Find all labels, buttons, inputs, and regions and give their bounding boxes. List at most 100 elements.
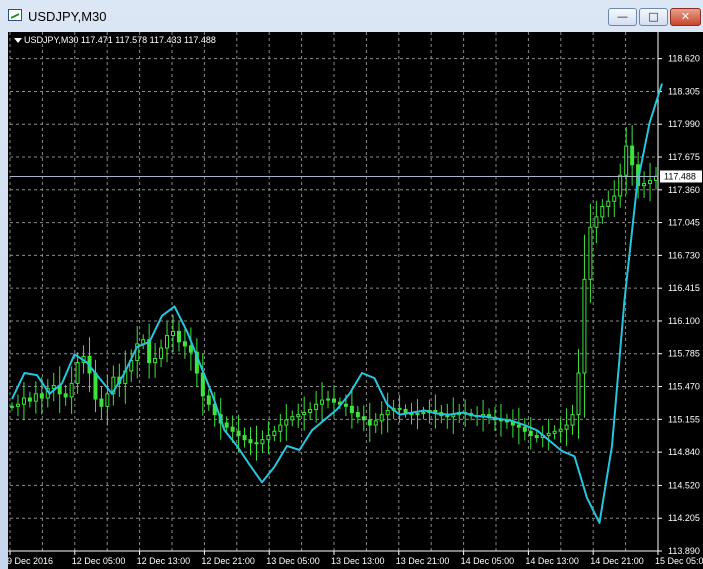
chart-window: USDJPY,M30 — □ ✕ 118.620 118.305 117.990 11… <box>0 0 703 569</box>
y-tick-label: 116.415 <box>668 283 700 293</box>
price-chart[interactable]: 118.620 118.305 117.990 117.675 117.360 117.0… <box>8 32 703 569</box>
candle-body <box>367 419 372 426</box>
candle-body <box>188 345 193 353</box>
candle-body <box>385 409 390 416</box>
x-tick-label: 13 Dec 13:00 <box>331 556 385 566</box>
x-tick-label: 14 Dec 13:00 <box>525 556 579 566</box>
candle-body <box>588 226 593 280</box>
candle-body <box>403 408 408 414</box>
title-bar[interactable]: USDJPY,M30 — □ ✕ <box>0 0 703 32</box>
maximize-button[interactable]: □ <box>639 8 668 26</box>
close-icon: ✕ <box>680 10 691 23</box>
candle-body <box>361 416 366 421</box>
x-tick-label: 13 Dec 21:00 <box>396 556 450 566</box>
candle-body <box>570 414 575 426</box>
candle-body <box>343 403 348 407</box>
current-price-label: 117.488 <box>664 171 696 181</box>
candle-body <box>242 434 247 441</box>
x-tick-label: 12 Dec 13:00 <box>137 556 191 566</box>
candle-body <box>99 398 104 407</box>
candle-body <box>332 398 336 403</box>
chart-area[interactable]: 118.620 118.305 117.990 117.675 117.360 117.0… <box>8 32 703 569</box>
candle-body <box>182 341 187 347</box>
candle-body <box>600 205 605 218</box>
candle-body <box>230 426 235 432</box>
y-tick-label: 114.520 <box>668 480 700 490</box>
candle-body <box>69 382 74 398</box>
chart-window-icon <box>8 9 22 21</box>
candle-body <box>284 419 289 426</box>
candle-body <box>272 430 277 436</box>
chart-close-value: 117.488 <box>184 35 216 45</box>
candle-body <box>10 405 14 408</box>
y-tick-label: 116.730 <box>668 250 700 260</box>
candle-body <box>153 357 158 364</box>
x-tick-label: 9 Dec 2016 <box>8 556 53 566</box>
y-tick-label: 115.470 <box>668 382 700 392</box>
candle-body <box>528 430 533 436</box>
candle-body <box>165 335 170 349</box>
candle-body <box>159 347 164 359</box>
candle-body <box>302 412 307 416</box>
chart-menu-arrow-icon[interactable] <box>14 38 22 43</box>
x-tick-label: 12 Dec 05:00 <box>72 556 126 566</box>
candle-body <box>63 393 68 398</box>
candle-body <box>379 414 384 422</box>
candle-body <box>254 442 259 445</box>
candle-body <box>326 398 331 401</box>
candle-body <box>308 408 313 414</box>
maximize-icon: □ <box>648 10 659 23</box>
chart-symbol-period: USDJPY,M30 <box>24 35 79 45</box>
candle-body <box>421 412 426 415</box>
chart-high-value: 117.578 <box>115 35 148 45</box>
minimize-button[interactable]: — <box>608 8 637 26</box>
candle-body <box>320 399 325 405</box>
candle-body <box>624 145 629 176</box>
moving-average-line <box>11 83 663 524</box>
candle-body <box>15 403 20 407</box>
chart-open-value: 117.471 <box>80 35 113 45</box>
candle-body <box>630 145 635 166</box>
candle-body <box>248 439 253 444</box>
y-tick-label: 118.620 <box>668 54 700 64</box>
y-tick-label: 117.045 <box>668 218 700 228</box>
candle-body <box>206 395 211 405</box>
candle-body <box>355 412 360 418</box>
y-tick-label: 114.205 <box>668 513 700 523</box>
candle-body <box>564 424 569 430</box>
close-button[interactable]: ✕ <box>670 8 701 26</box>
x-tick-label: 14 Dec 21:00 <box>590 556 644 566</box>
y-tick-label: 114.840 <box>668 447 700 457</box>
candle-body <box>171 330 175 337</box>
candle-body <box>349 405 354 414</box>
candle-body <box>397 407 402 410</box>
candle-body <box>373 420 378 426</box>
y-tick-label: 117.990 <box>668 119 700 129</box>
x-tick-label: 15 Dec 05:00 <box>655 556 703 566</box>
y-tick-label: 116.100 <box>668 316 700 326</box>
candle-body <box>522 426 527 432</box>
candle-body <box>576 372 581 416</box>
candle-body <box>75 362 80 384</box>
x-tick-label: 12 Dec 21:00 <box>201 556 255 566</box>
candle-body <box>642 183 647 187</box>
candle-body <box>534 434 539 439</box>
candle-body <box>314 403 319 410</box>
y-tick-label: 113.890 <box>668 546 700 556</box>
candle-body <box>33 393 38 402</box>
chart-info-line: USDJPY,M30 117.471 117.578 117.433 117.4… <box>24 35 216 45</box>
candle-body <box>415 413 420 416</box>
candle-body <box>236 430 241 436</box>
candle-body <box>176 330 181 343</box>
candle-body <box>296 414 301 418</box>
candle-body <box>260 439 265 445</box>
x-tick-label: 13 Dec 05:00 <box>266 556 320 566</box>
candle-body <box>582 278 587 374</box>
candle-body <box>594 216 599 228</box>
candle-body <box>278 424 283 432</box>
minimize-icon: — <box>617 10 628 23</box>
candle-body <box>606 200 611 207</box>
y-tick-label: 115.155 <box>668 414 700 424</box>
candle-body <box>618 174 623 197</box>
y-tick-label: 118.305 <box>668 86 700 96</box>
